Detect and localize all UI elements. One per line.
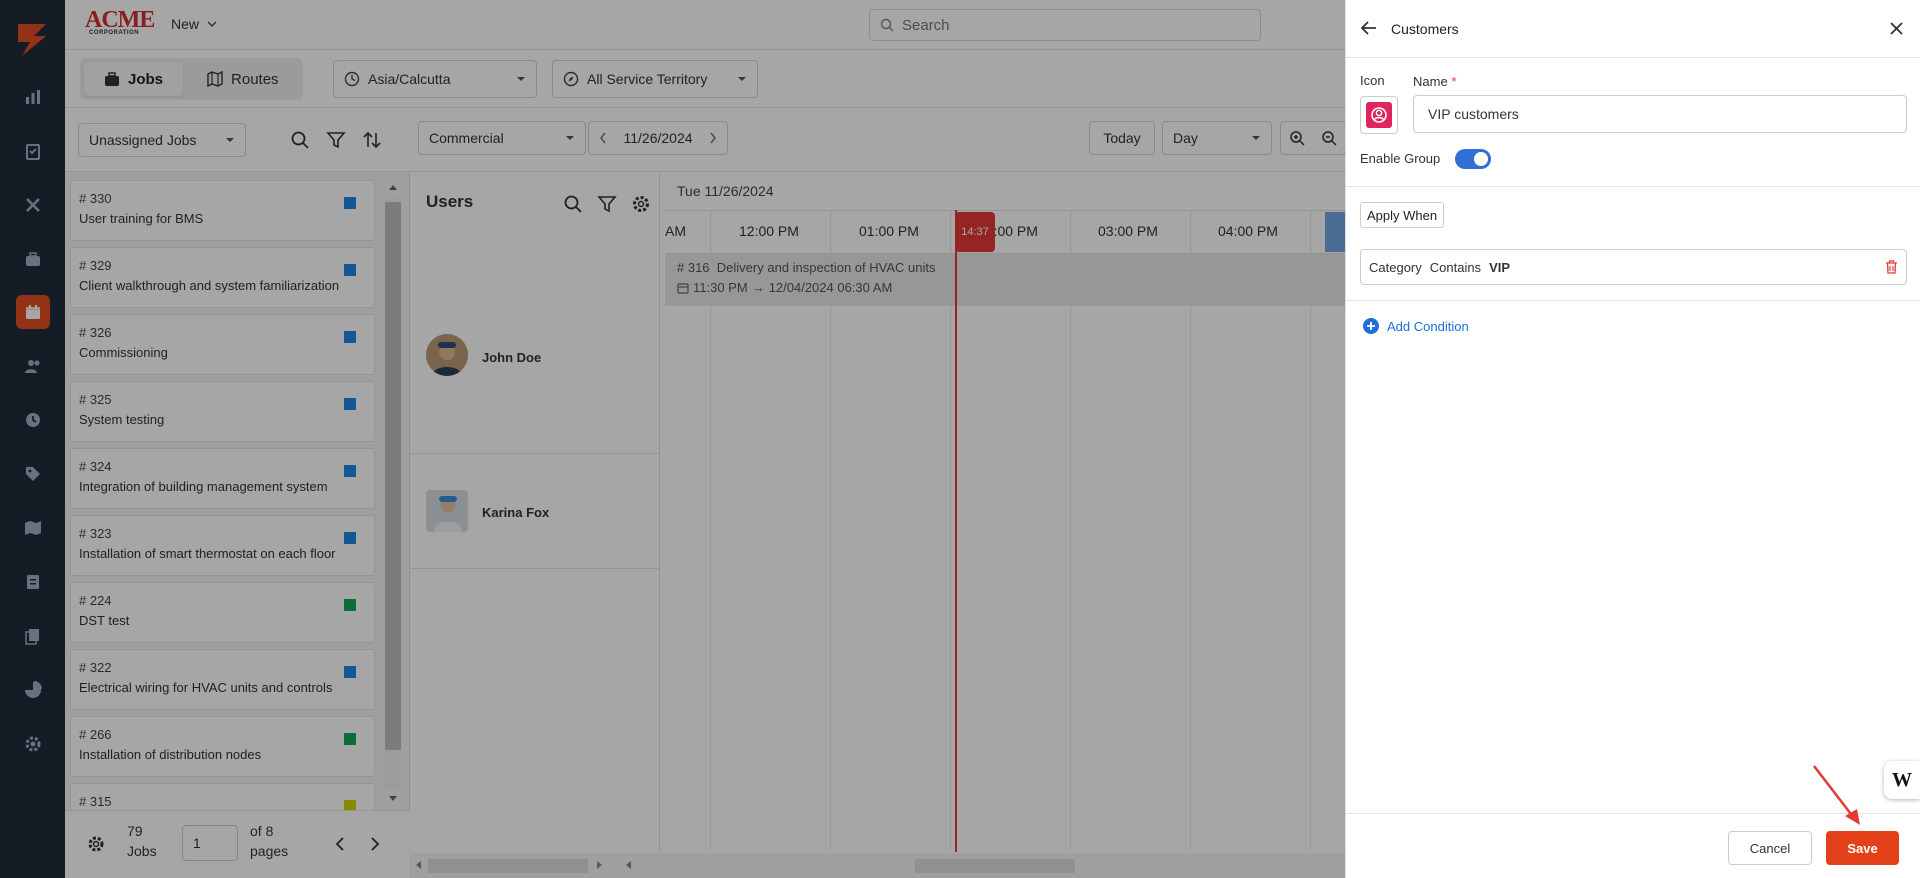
condition-field: Category — [1369, 259, 1422, 275]
enable-group-label: Enable Group — [1360, 151, 1441, 166]
condition-operator: Contains — [1429, 259, 1482, 275]
add-condition-button[interactable]: Add Condition — [1363, 318, 1469, 334]
save-button[interactable]: Save — [1826, 831, 1899, 865]
widget-badge[interactable]: W — [1884, 761, 1920, 799]
condition-row[interactable]: Category Contains VIP — [1360, 249, 1907, 285]
modal-overlay[interactable] — [0, 0, 1345, 878]
icon-picker-button[interactable] — [1360, 96, 1398, 134]
user-circle-icon — [1366, 102, 1392, 128]
trash-icon[interactable] — [1885, 260, 1898, 274]
name-label-text: Name — [1413, 74, 1448, 89]
cancel-button[interactable]: Cancel — [1728, 831, 1812, 865]
group-name-input[interactable] — [1413, 95, 1907, 133]
toggle-knob — [1474, 152, 1488, 166]
required-marker: * — [1451, 74, 1457, 89]
icon-label: Icon — [1360, 73, 1385, 88]
enable-group-toggle[interactable] — [1455, 149, 1491, 169]
back-arrow-icon[interactable] — [1361, 21, 1377, 35]
group-drawer: Customers Icon Name * Enable Group Apply… — [1345, 0, 1920, 878]
drawer-header: Customers — [1346, 0, 1920, 58]
divider — [1346, 186, 1920, 187]
plus-circle-icon — [1363, 318, 1379, 334]
apply-when-button[interactable]: Apply When — [1360, 202, 1445, 228]
name-label: Name * — [1413, 74, 1456, 89]
drawer-title: Customers — [1391, 21, 1459, 37]
annotation-arrow — [1813, 765, 1860, 825]
add-condition-label: Add Condition — [1387, 318, 1469, 334]
divider — [1346, 300, 1920, 301]
condition-value: VIP — [1489, 259, 1511, 275]
close-icon[interactable] — [1890, 22, 1903, 35]
